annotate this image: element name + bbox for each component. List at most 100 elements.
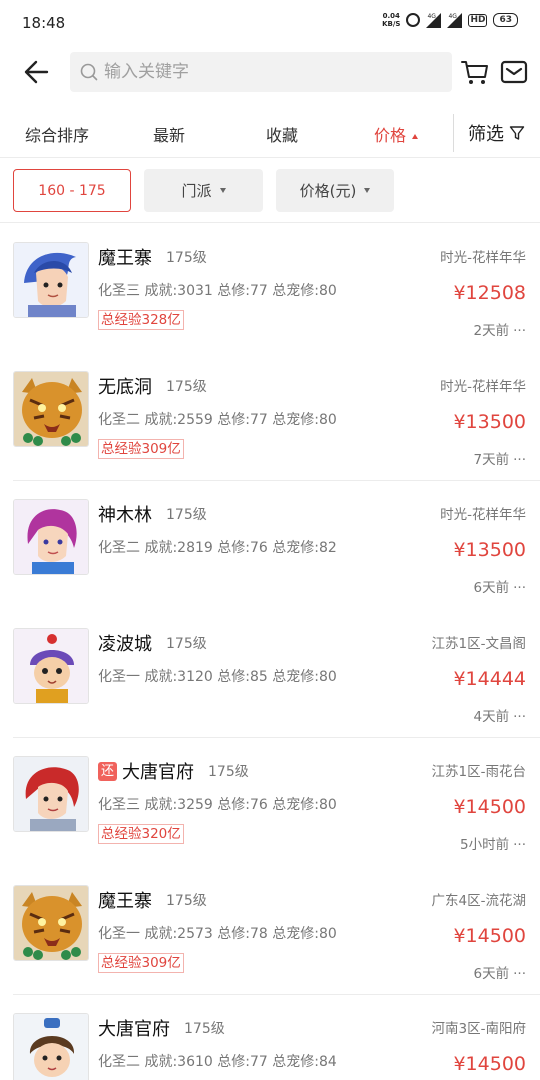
listing-time-row: 5小时前 ··· [460,833,526,853]
listing-time-row: 2天前 ··· [474,319,526,339]
list-item[interactable]: 魔王寨 175级 化圣三 成就:3031 总修:77 总宠修:80 总经验328亿 时光… [0,224,540,353]
item-price: ¥13500 [453,539,526,561]
more-icon[interactable]: ··· [513,966,526,982]
character-level: 175级 [166,378,207,395]
list-item[interactable]: 大唐官府 175级化圣二 成就:3610 总修:77 总宠修:84 河南3区-南阳府… [0,995,540,1080]
experience-tag: 总经验328亿 [98,310,184,330]
character-avatar [13,756,89,832]
status-time: 18:48 [22,14,66,32]
character-avatar [13,370,89,447]
listing-time-row: 4天前 ··· [474,705,526,725]
listing-time: 7天前 [473,451,510,468]
listing-time: 6天前 [473,965,510,982]
item-title-row: 大唐官府 175级 [98,1015,225,1041]
school-chip-label: 门派 [181,182,212,200]
character-avatar [13,1013,89,1080]
server-name: 广东4区-流花湖 [431,892,526,909]
tab-newest[interactable]: 最新 [153,122,185,146]
experience-tag: 总经验320亿 [98,824,184,844]
sort-tabs: 综合排序 最新 收藏 价格 筛选 [0,106,540,158]
character-stats: 化圣二 成就:2819 总修:76 总宠修:82 [98,540,337,556]
return-badge: 还 [98,761,117,781]
item-title-row: 无底洞 175级 [98,373,207,399]
item-title-row: 魔王寨 175级 [98,244,207,270]
list-item[interactable]: 魔王寨 175级化圣一 成就:2573 总修:78 总宠修:80 总经验309亿 广东… [0,867,540,996]
list-item[interactable]: 凌波城 175级 化圣一 成就:3120 总修:85 总宠修:80 江苏1区-文昌阁 ¥… [0,610,540,739]
listing-time: 6天前 [473,580,510,596]
header [0,44,540,100]
list-item[interactable]: 无底洞 175级 化圣二 成就:2559 总修:77 总宠修:80 总经验309亿 时光… [0,353,540,482]
server-name: 时光-花样年华 [440,507,526,523]
message-icon[interactable] [500,59,528,85]
battery-icon: 63 [493,13,518,27]
item-price: ¥14500 [453,796,526,818]
listing-time: 4天前 [473,708,510,725]
price-chip-label: 价格(元) [299,182,357,200]
more-icon[interactable]: ··· [513,580,526,596]
more-icon[interactable]: ··· [513,452,526,468]
status-bar: 18:48 0.04 KB/S 4G 4G HD 63 [0,0,540,44]
character-avatar [13,627,89,704]
tab-favorite[interactable]: 收藏 [266,122,298,146]
tab-price[interactable]: 价格 [374,122,419,146]
item-price: ¥14500 [453,1053,526,1075]
filter-chips: 160 - 175 门派 价格(元) [0,159,540,223]
character-level: 175级 [208,764,249,780]
school-name: 魔王寨 [98,248,152,269]
more-icon[interactable]: ··· [513,837,526,853]
back-arrow-icon[interactable] [22,58,50,86]
cart-icon[interactable] [460,58,490,86]
school-name: 凌波城 [98,633,152,655]
school-chip[interactable]: 门派 [144,169,263,212]
character-level: 175级 [166,892,207,909]
signal-label-1: 4G [427,12,436,20]
tab-divider [453,114,454,152]
character-stats: 化圣一 成就:2573 总修:78 总宠修:80 [98,925,337,942]
hd-icon: HD [468,13,488,27]
listing-time: 5小时前 [460,837,510,853]
more-icon[interactable]: ··· [513,323,526,339]
list-item[interactable]: 还大唐官府 175级化圣三 成就:3259 总修:76 总宠修:80 总经验320亿… [0,738,540,867]
listing-time: 2天前 [473,323,510,339]
more-icon[interactable]: ··· [513,709,526,725]
school-name: 魔王寨 [98,890,152,912]
list-item[interactable]: 神木林 175级化圣二 成就:2819 总修:76 总宠修:82 时光-花样年华 ¥1… [0,481,540,610]
chevron-down-icon [364,188,371,193]
item-price: ¥13500 [453,410,526,433]
item-price: ¥14444 [453,667,526,690]
character-stats: 化圣二 成就:3610 总修:77 总宠修:84 [98,1054,337,1070]
character-level: 175级 [166,635,207,652]
tab-price-label: 价格 [374,126,407,145]
item-title-row: 凌波城 175级 [98,630,207,656]
network-speed-value: 0.04 [382,12,400,20]
item-title-row: 还大唐官府 175级 [98,758,249,784]
item-title-row: 神木林 175级 [98,501,207,527]
server-name: 河南3区-南阳府 [431,1021,526,1037]
level-range-chip[interactable]: 160 - 175 [13,169,131,212]
search-input[interactable] [104,62,424,82]
filter-button[interactable]: 筛选 [468,120,525,146]
item-title-row: 魔王寨 175级 [98,887,207,913]
network-speed: 0.04 KB/S [382,12,400,28]
character-stats: 化圣三 成就:3259 总修:76 总宠修:80 [98,797,337,813]
listing-time-row: 6天前 ··· [474,962,526,982]
funnel-icon [509,126,525,140]
signal-icon: 4G [426,12,442,28]
school-name: 大唐官府 [98,1019,170,1040]
server-name: 时光-花样年华 [440,250,526,266]
school-name: 大唐官府 [122,762,194,783]
listing-time-row: 6天前 ··· [474,576,526,596]
school-name: 无底洞 [98,376,152,398]
server-name: 时光-花样年华 [440,378,526,395]
tab-composite-sort[interactable]: 综合排序 [25,122,89,146]
server-name: 江苏1区-雨花台 [431,764,526,780]
filter-label: 筛选 [468,124,504,145]
item-price: ¥12508 [453,282,526,304]
character-level: 175级 [166,250,207,266]
experience-tag: 总经验309亿 [98,952,184,973]
chevron-down-icon [219,188,226,193]
search-bar[interactable] [70,52,452,92]
signal-icon-2: 4G [447,12,463,28]
price-chip[interactable]: 价格(元) [276,169,394,212]
school-name: 神木林 [98,505,152,526]
